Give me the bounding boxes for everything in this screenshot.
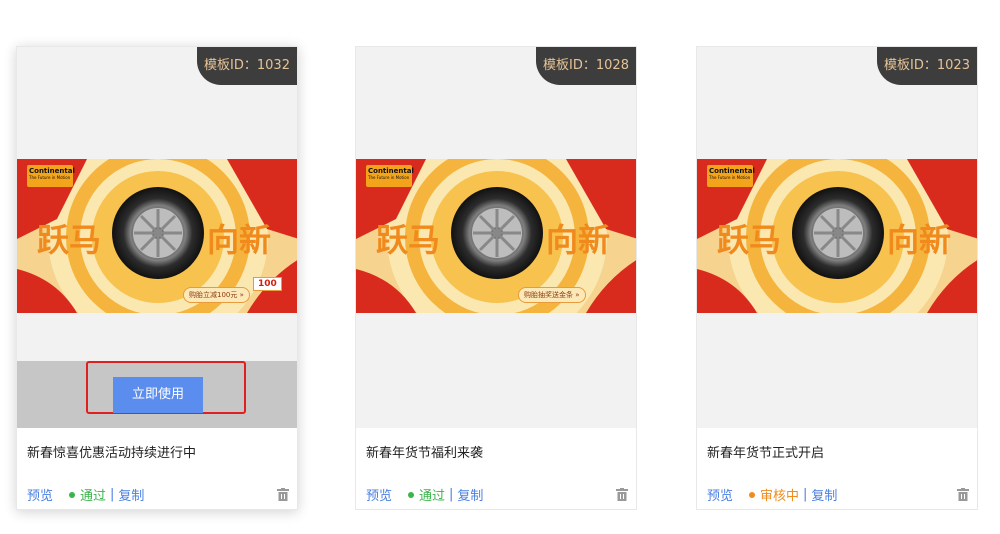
template-card[interactable]: 模板ID：1028 Continental The Future in Moti…	[355, 46, 637, 510]
trash-icon[interactable]	[616, 488, 628, 501]
preview-link[interactable]: 预览	[27, 485, 53, 504]
headline-left: 跃马	[717, 221, 782, 259]
brand-logo: Continental The Future in Motion	[366, 165, 414, 187]
trash-icon[interactable]	[277, 488, 289, 501]
card-actions: 预览 通过 | 复制	[27, 485, 289, 504]
brand-tagline: The Future in Motion	[709, 175, 751, 180]
status-dot-icon	[408, 491, 415, 498]
status-text: 通过	[80, 489, 107, 504]
card-actions: 预览 通过 | 复制	[366, 485, 628, 504]
brand-logo: Continental The Future in Motion	[27, 165, 75, 187]
status-text: 审核中	[760, 489, 800, 504]
copy-link[interactable]: 复制	[811, 485, 837, 504]
card-hover-overlay: 立即使用	[17, 361, 297, 428]
template-id-badge: 模板ID：1032	[197, 47, 297, 85]
template-title: 新春年货节正式开启	[707, 446, 825, 461]
template-banner-image: Continental The Future in Motion 跃马 向新 购…	[17, 159, 298, 313]
brand-name: Continental	[709, 167, 755, 175]
headline-left: 跃马	[376, 221, 441, 259]
preview-link[interactable]: 预览	[707, 485, 733, 504]
template-card[interactable]: 模板ID：1032 Continental The Future in Moti…	[16, 46, 298, 510]
card-info: 新春年货节正式开启 预览 审核中 | 复制	[697, 428, 977, 509]
headline-left: 跃马	[37, 221, 102, 259]
card-actions: 预览 审核中 | 复制	[707, 485, 969, 504]
brand-name: Continental	[29, 167, 75, 175]
template-id-badge: 模板ID：1023	[877, 47, 977, 85]
template-banner-image: Continental The Future in Motion 跃马 向新 购…	[356, 159, 637, 313]
trash-icon[interactable]	[957, 488, 969, 501]
template-title: 新春惊喜优惠活动持续进行中	[27, 446, 197, 461]
brand-logo: Continental The Future in Motion	[707, 165, 755, 187]
promo-chip: 购胎抽奖送金条 »	[518, 287, 586, 303]
preview-link[interactable]: 预览	[366, 485, 392, 504]
card-info: 新春年货节福利来袭 预览 通过 | 复制	[356, 428, 636, 509]
status-dot-icon	[749, 491, 756, 498]
template-card[interactable]: 模板ID：1023 Continental The Future in Moti…	[696, 46, 978, 510]
divider: |	[803, 487, 808, 502]
use-now-button[interactable]: 立即使用	[113, 377, 203, 413]
brand-tagline: The Future in Motion	[368, 175, 410, 180]
status-text: 通过	[419, 489, 446, 504]
headline-right: 向新	[207, 221, 272, 259]
promo-chip: 购胎立减100元 »	[183, 287, 250, 303]
template-id-badge: 模板ID：1028	[536, 47, 636, 85]
divider: |	[449, 487, 454, 502]
template-banner-image: Continental The Future in Motion 跃马 向新	[697, 159, 978, 313]
copy-link[interactable]: 复制	[457, 485, 483, 504]
brand-tagline: The Future in Motion	[29, 175, 71, 180]
headline-right: 向新	[546, 221, 611, 259]
copy-link[interactable]: 复制	[118, 485, 144, 504]
card-info: 新春惊喜优惠活动持续进行中 预览 通过 | 复制	[17, 428, 297, 509]
brand-name: Continental	[368, 167, 414, 175]
coupon-tag: 100	[253, 277, 282, 291]
status-dot-icon	[69, 491, 76, 498]
template-title: 新春年货节福利来袭	[366, 446, 484, 461]
divider: |	[110, 487, 115, 502]
headline-right: 向新	[887, 221, 952, 259]
